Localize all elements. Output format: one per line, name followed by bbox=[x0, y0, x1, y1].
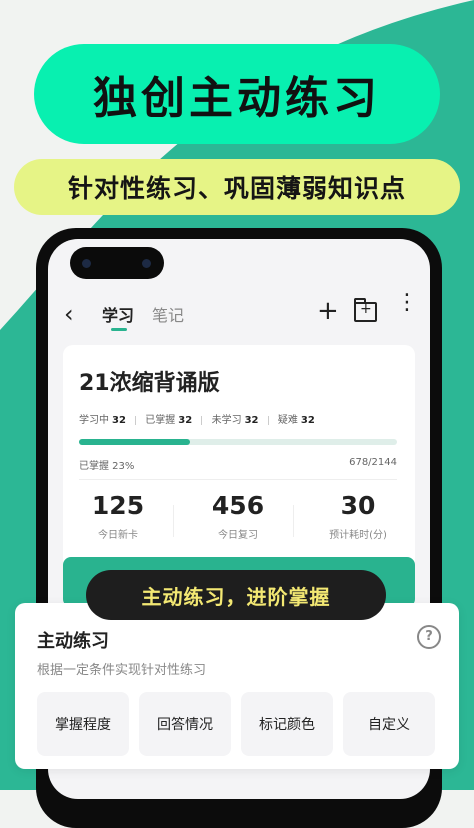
top-nav: ‹ 学习 笔记 + + ⋮ bbox=[48, 292, 430, 334]
camera-lens-icon bbox=[142, 259, 151, 268]
metric-review: 456 今日复习 bbox=[183, 491, 293, 541]
stat-label: 已掌握 bbox=[145, 415, 176, 426]
stat-value: 32 bbox=[112, 415, 126, 426]
divider bbox=[293, 505, 294, 537]
metric-value: 125 bbox=[91, 491, 145, 520]
option-custom[interactable]: 自定义 bbox=[343, 692, 435, 756]
camera-cutout bbox=[70, 247, 164, 279]
active-tab-indicator bbox=[111, 328, 127, 331]
card-count: 678/2144 bbox=[349, 457, 397, 468]
tab-notes[interactable]: 笔记 bbox=[152, 302, 184, 326]
help-icon[interactable]: ? bbox=[417, 625, 441, 649]
deck-title: 21浓缩背诵版 bbox=[79, 371, 220, 396]
metric-value: 30 bbox=[340, 491, 376, 520]
stat-value: 32 bbox=[178, 415, 193, 426]
stat-label: 疑难 bbox=[277, 415, 298, 426]
stat-label: 学习中 bbox=[79, 415, 109, 426]
metric-label: 今日新卡 bbox=[98, 530, 138, 541]
camera-lens-icon bbox=[82, 259, 91, 268]
subheadline-banner: 针对性练习、巩固薄弱知识点 bbox=[14, 159, 460, 215]
option-mark-color[interactable]: 标记颜色 bbox=[241, 692, 333, 756]
mastered-percent: 已掌握 23% bbox=[79, 461, 135, 472]
callout-text: 主动练习，进阶掌握 bbox=[141, 584, 331, 609]
progress-fill bbox=[79, 439, 191, 445]
folder-add-icon[interactable]: + bbox=[354, 298, 377, 322]
sheet-subtitle: 根据一定条件实现针对性练习 bbox=[37, 663, 207, 678]
stat-label: 未学习 bbox=[211, 415, 242, 426]
stat-value: 32 bbox=[300, 415, 315, 426]
divider bbox=[79, 479, 397, 480]
back-icon[interactable]: ‹ bbox=[64, 300, 74, 328]
metric-label: 预计耗时(分) bbox=[329, 530, 387, 541]
sheet-title: 主动练习 bbox=[37, 631, 109, 652]
more-icon[interactable]: ⋮ bbox=[396, 292, 418, 314]
stat-value: 32 bbox=[244, 415, 259, 426]
metric-new-cards: 125 今日新卡 bbox=[63, 491, 173, 541]
metric-label: 今日复习 bbox=[218, 530, 258, 541]
callout-banner: 主动练习，进阶掌握 bbox=[86, 570, 386, 620]
subheadline-text: 针对性练习、巩固薄弱知识点 bbox=[67, 174, 406, 203]
option-answer-status[interactable]: 回答情况 bbox=[139, 692, 231, 756]
active-practice-sheet: 主动练习 ? 根据一定条件实现针对性练习 掌握程度 回答情况 标记颜色 自定义 bbox=[15, 603, 459, 769]
divider bbox=[173, 505, 174, 537]
progress-bar bbox=[79, 439, 397, 445]
tab-study[interactable]: 学习 bbox=[102, 302, 134, 326]
metric-time: 30 预计耗时(分) bbox=[303, 491, 413, 541]
option-mastery-level[interactable]: 掌握程度 bbox=[37, 692, 129, 756]
headline-text: 独创主动练习 bbox=[93, 73, 381, 124]
headline-banner: 独创主动练习 bbox=[34, 44, 440, 144]
metric-value: 456 bbox=[211, 491, 265, 520]
add-icon[interactable]: + bbox=[317, 296, 339, 326]
deck-stats: 学习中 32 已掌握 32 未学习 32 疑难 32 bbox=[79, 411, 315, 426]
